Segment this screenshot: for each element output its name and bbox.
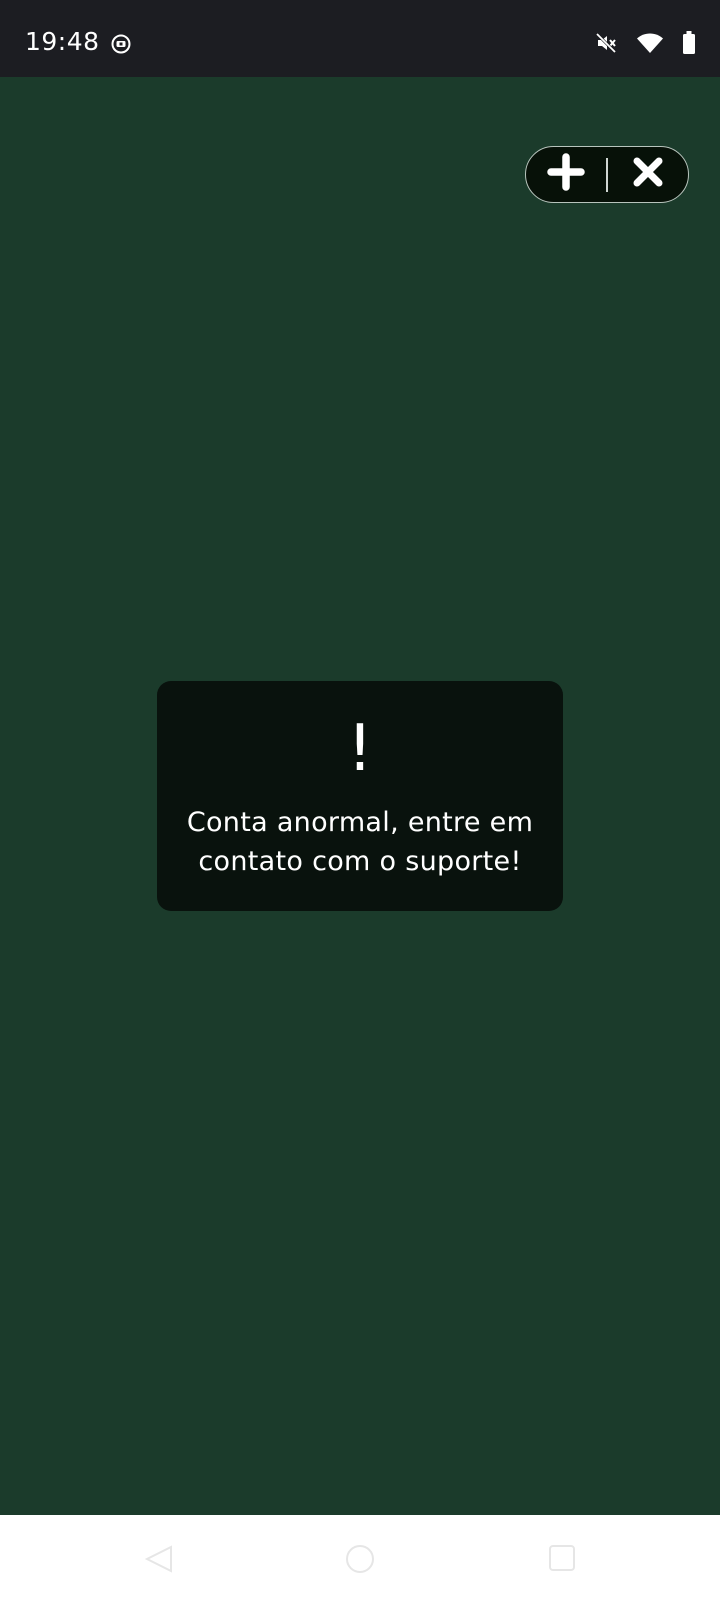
- capsule-menu: [525, 146, 689, 203]
- recents-icon[interactable]: [547, 1543, 577, 1578]
- home-icon[interactable]: [344, 1543, 376, 1580]
- navigation-bar: [0, 1515, 720, 1600]
- add-button[interactable]: [526, 147, 606, 202]
- error-toast: ! Conta anormal, entre em contato com o …: [157, 681, 563, 911]
- battery-icon: [682, 31, 696, 55]
- status-icons: [594, 30, 696, 56]
- plus-icon: [546, 152, 586, 197]
- back-icon[interactable]: [143, 1543, 175, 1580]
- close-icon: [632, 156, 664, 193]
- status-bar: 19:48: [0, 0, 720, 77]
- exclamation-icon: !: [347, 712, 373, 786]
- mute-icon: [594, 31, 618, 55]
- status-time: 19:48: [25, 27, 100, 56]
- notification-icon: [111, 34, 131, 54]
- toast-message: Conta anormal, entre em contato com o su…: [186, 807, 534, 877]
- close-button[interactable]: [608, 147, 688, 202]
- wifi-icon: [636, 32, 664, 54]
